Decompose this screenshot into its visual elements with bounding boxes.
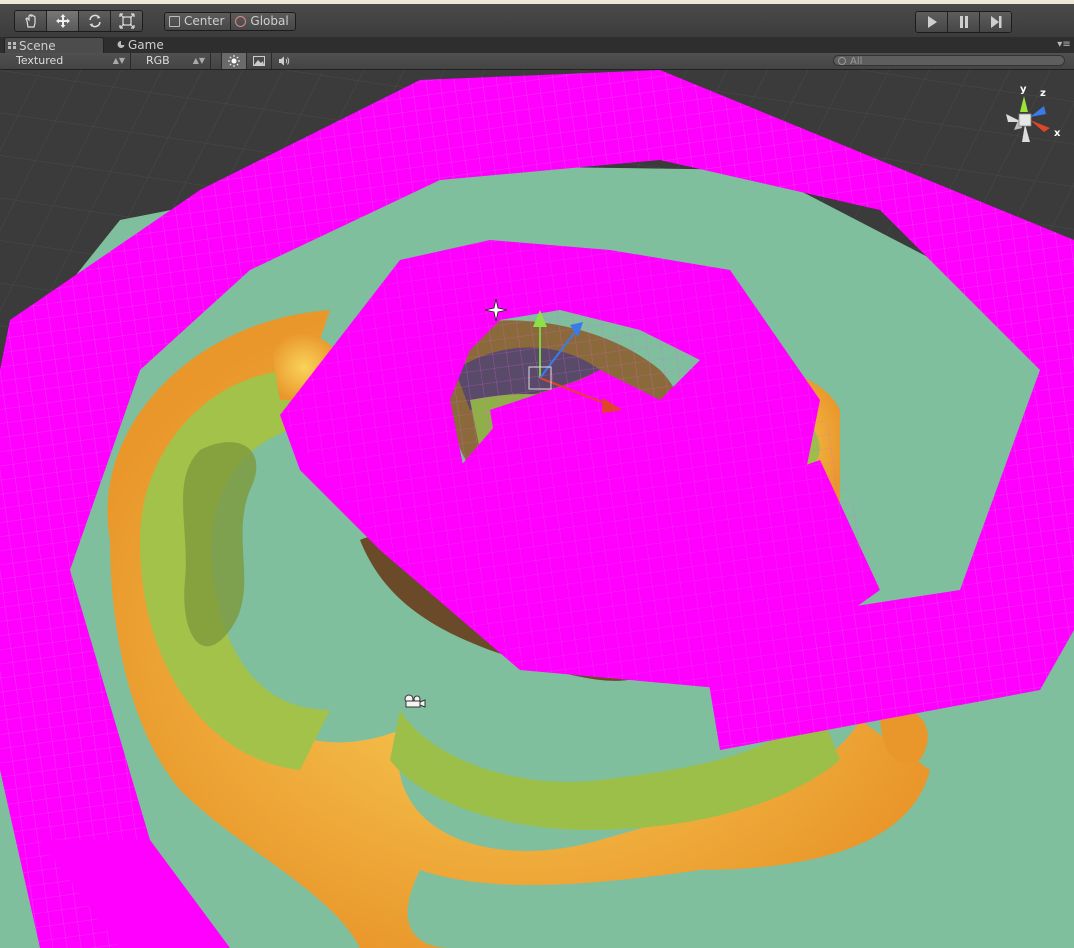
scene-icon: [8, 42, 16, 49]
orientation-gizmo[interactable]: y z x: [992, 84, 1066, 150]
tab-scene-label: Scene: [19, 39, 56, 53]
pause-button[interactable]: [948, 12, 980, 32]
globe-icon: [235, 16, 247, 27]
move-arrows-icon: [55, 14, 70, 28]
hand-icon: [24, 14, 36, 28]
rotate-icon: [88, 14, 101, 28]
lighting-icon: [228, 55, 240, 67]
axis-cube-icon: [1006, 96, 1050, 142]
gizmo-z-label: z: [1040, 88, 1046, 99]
gizmo-x-label: x: [1054, 128, 1061, 139]
scene-viewport[interactable]: y z x: [0, 70, 1074, 948]
pause-icon: [959, 16, 968, 28]
space-global-button[interactable]: Global: [230, 13, 295, 30]
pivot-icon: [169, 16, 180, 27]
tab-menu-icon[interactable]: ▾≡: [1057, 40, 1071, 50]
image-effects-icon: [253, 56, 265, 66]
tab-scene[interactable]: Scene: [4, 37, 104, 54]
camera-gizmo-icon[interactable]: [402, 693, 426, 709]
dropdown-arrow-icon: ▲▼: [192, 56, 205, 65]
main-toolbar: Center Global: [0, 4, 1074, 38]
hierarchy-search-input[interactable]: All: [833, 55, 1065, 67]
step-icon: [990, 16, 1001, 28]
render-mode-dropdown[interactable]: Textured ▲▼: [0, 53, 131, 69]
audio-toggle[interactable]: [271, 53, 296, 69]
step-button[interactable]: [980, 12, 1011, 32]
search-placeholder: All: [850, 56, 863, 67]
lighting-toggle[interactable]: [221, 53, 246, 69]
image-effects-toggle[interactable]: [246, 53, 271, 69]
view-tab-bar: Scene Game ▾≡: [0, 37, 1074, 54]
audio-icon: [279, 56, 290, 66]
scene-view-toolbar: Textured ▲▼ RGB ▲▼ All: [0, 53, 1074, 70]
rotate-tool-button[interactable]: [79, 11, 111, 31]
space-label: Global: [250, 14, 289, 28]
pivot-label: Center: [184, 14, 225, 28]
render-mode-value: Textured: [16, 54, 64, 67]
scene-render: [0, 70, 1074, 948]
playback-controls: [915, 11, 1012, 33]
tab-game-label: Game: [128, 38, 164, 52]
game-icon: [117, 41, 125, 48]
scale-tool-button[interactable]: [111, 11, 142, 31]
search-icon: [838, 57, 846, 65]
play-button[interactable]: [916, 12, 948, 32]
hand-tool-button[interactable]: [15, 11, 47, 31]
pivot-toggle-group: Center Global: [164, 12, 296, 31]
gizmo-y-label: y: [1020, 84, 1027, 95]
move-tool-button[interactable]: [47, 11, 79, 31]
pivot-center-button[interactable]: Center: [165, 13, 231, 30]
color-mode-value: RGB: [146, 54, 170, 67]
scale-icon: [118, 13, 135, 29]
dropdown-arrow-icon: ▲▼: [112, 56, 125, 65]
play-icon: [927, 16, 937, 28]
transform-tools-group: [14, 10, 143, 32]
color-mode-dropdown[interactable]: RGB ▲▼: [130, 53, 211, 69]
light-gizmo-icon[interactable]: [485, 299, 507, 321]
tab-game[interactable]: Game: [114, 37, 198, 53]
